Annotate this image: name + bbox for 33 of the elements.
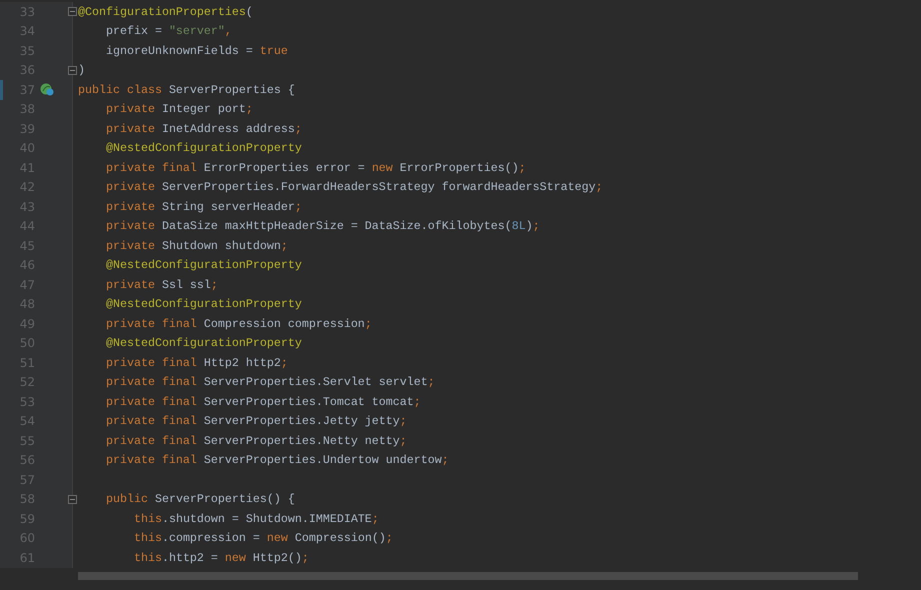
code-line: private final ErrorProperties error = new ErrorProperties();: [104, 160, 526, 176]
code-line: private final ServerProperties.Tomcat tomcat;: [104, 394, 421, 410]
code-line: public class ServerProperties {: [78, 82, 295, 98]
code-line: this.http2 = new Http2();: [132, 550, 309, 566]
code-line: private DataSize maxHttpHeaderSize = DataSize.ofKilobytes(8L);: [104, 218, 540, 234]
code-line: this.compression = new Compression();: [132, 530, 393, 546]
code-line: private String serverHeader;: [104, 198, 302, 215]
code-line: private final ServerProperties.Undertow undertow;: [104, 452, 449, 468]
code-line: private final Compression compression;: [104, 316, 372, 332]
code-line: private Shutdown shutdown;: [104, 238, 288, 254]
fold-icon[interactable]: [68, 494, 77, 504]
code-line: private final ServerProperties.Jetty jetty;: [104, 413, 407, 430]
code-line: ): [78, 62, 85, 78]
code-line: private final ServerProperties.Servlet servlet;: [104, 374, 435, 390]
code-line: @NestedConfigurationProperty: [104, 335, 302, 352]
code-line: public ServerProperties() {: [104, 491, 295, 508]
code-line: private Integer port;: [104, 101, 253, 118]
code-line: this.shutdown = Shutdown.IMMEDIATE;: [132, 510, 379, 527]
code-line: @NestedConfigurationProperty: [104, 296, 302, 312]
bean-icon[interactable]: [40, 83, 54, 96]
code-line: private final ServerProperties.Netty netty;: [104, 432, 407, 449]
code-line: private final Http2 http2;: [104, 354, 288, 371]
code-line: prefix = "server",: [104, 23, 232, 40]
fold-icon[interactable]: [68, 66, 77, 74]
code-line: @NestedConfigurationProperty: [104, 257, 302, 274]
fold-icon[interactable]: [68, 7, 77, 16]
code-line: ignoreUnknownFields = true: [104, 42, 288, 59]
code-line: private Ssl ssl;: [104, 276, 218, 293]
horizontal-scrollbar[interactable]: [78, 572, 858, 580]
code-line: @ConfigurationProperties(: [78, 4, 253, 20]
code-line: private InetAddress address;: [104, 120, 302, 137]
code-line: private ServerProperties.ForwardHeadersStrategy forwardHeadersStrategy;: [104, 179, 603, 196]
code-line: @NestedConfigurationProperty: [104, 140, 302, 156]
